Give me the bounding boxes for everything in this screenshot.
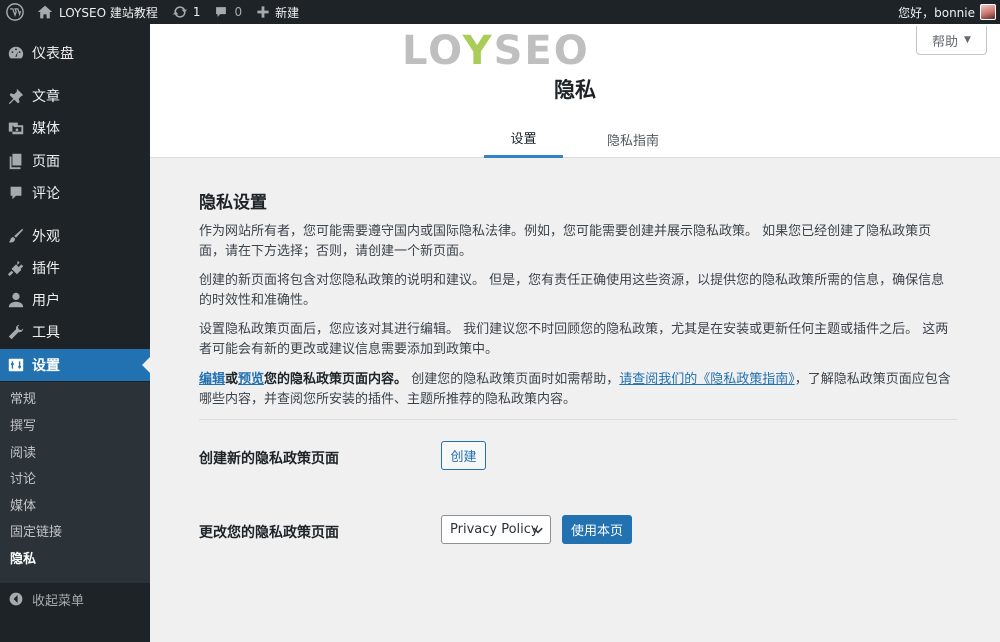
tab-settings[interactable]: 设置: [484, 120, 563, 158]
updates-count: 1: [192, 5, 201, 19]
menu-item-appearance[interactable]: 外观: [0, 220, 150, 252]
settings-icon: [6, 355, 26, 375]
collapse-arrow-icon: [6, 589, 26, 609]
collapse-menu-button[interactable]: 收起菜单: [0, 588, 150, 610]
menu-label: 文章: [32, 89, 60, 105]
site-name: LOYSEO 建站教程: [59, 5, 158, 20]
my-account-link[interactable]: 您好，bonnie: [891, 0, 1000, 24]
updates-link[interactable]: 1: [165, 0, 208, 24]
wordpress-logo-icon[interactable]: [0, 0, 30, 24]
menu-item-pages[interactable]: 页面: [0, 145, 150, 177]
select-value: Privacy Policy: [450, 522, 539, 537]
menu-label: 页面: [32, 154, 60, 170]
menu-item-settings[interactable]: 设置: [0, 349, 150, 381]
policy-content-text: 您的隐私政策页面内容。: [264, 372, 408, 387]
advice-paragraph: 创建的新页面将包含对您隐私政策的说明和建议。 但是，您有责任正确使用这些资源，以…: [199, 273, 945, 308]
or-text: 或: [225, 372, 239, 387]
submenu-item-discussion[interactable]: 讨论: [10, 470, 36, 490]
menu-label: 插件: [32, 261, 60, 277]
site-name-link[interactable]: LOYSEO 建站教程: [30, 0, 165, 24]
menu-label: 媒体: [32, 121, 60, 137]
menu-item-dashboard[interactable]: 仪表盘: [0, 37, 150, 69]
submenu-item-writing[interactable]: 撰写: [10, 417, 36, 437]
submenu-item-reading[interactable]: 阅读: [10, 444, 36, 464]
edit-link[interactable]: 编辑: [199, 372, 225, 387]
create-button[interactable]: 创建: [441, 441, 486, 470]
submenu-item-media[interactable]: 媒体: [10, 497, 36, 517]
comments-count: 0: [234, 5, 243, 19]
new-label: 新建: [275, 5, 300, 20]
use-this-page-button[interactable]: 使用本页: [562, 515, 632, 544]
section-divider: [199, 419, 957, 420]
media-icon: [6, 118, 26, 138]
help-label: 帮助: [932, 34, 959, 50]
comment-icon: [6, 183, 26, 203]
menu-label: 仪表盘: [32, 46, 74, 62]
privacy-page-select[interactable]: Privacy Policy: [441, 515, 551, 544]
wrench-icon: [6, 322, 26, 342]
menu-item-media[interactable]: 媒体: [0, 112, 150, 144]
preview-link[interactable]: 预览: [238, 372, 264, 387]
submenu-item-privacy[interactable]: 隐私: [10, 550, 36, 570]
page-title: 隐私: [554, 78, 596, 102]
intro-paragraph: 作为网站所有者，您可能需要遵守国内或国际隐私法律。例如，您可能需要创建并展示隐私…: [199, 224, 932, 259]
new-content-link[interactable]: 新建: [249, 0, 306, 24]
menu-label: 用户: [32, 293, 60, 309]
comments-link[interactable]: 0: [207, 0, 249, 24]
submenu-item-permalinks[interactable]: 固定链接: [10, 523, 62, 543]
admin-sidebar: 仪表盘 文章 媒体 页面 评论 外观 插件 用户 工具 设置 常规 撰写 阅读 …: [0, 24, 150, 642]
menu-label: 评论: [32, 186, 60, 202]
menu-label: 设置: [32, 358, 60, 374]
avatar: [980, 4, 996, 20]
menu-label: 外观: [32, 229, 60, 245]
menu-item-tools[interactable]: 工具: [0, 316, 150, 348]
refresh-icon: [172, 6, 188, 18]
review-paragraph: 设置隐私政策页面后，您应该对其进行编辑。 我们建议您不时回顾您的隐私政策，尤其是…: [199, 322, 949, 357]
home-icon: [37, 5, 53, 19]
help-text: 创建您的隐私政策页面时如需帮助，: [407, 372, 620, 387]
submenu-item-general[interactable]: 常规: [10, 390, 36, 410]
user-icon: [6, 290, 26, 310]
plugin-icon: [6, 258, 26, 278]
pin-icon: [6, 86, 26, 106]
dashboard-icon: [6, 43, 26, 63]
page-icon: [6, 151, 26, 171]
loyseo-watermark-logo: LOYSEO: [402, 28, 590, 74]
menu-item-posts[interactable]: 文章: [0, 80, 150, 112]
admin-bar: LOYSEO 建站教程 1 0 新建 您好，bonnie: [0, 0, 1000, 24]
help-tab-button[interactable]: 帮助 ▼: [916, 26, 987, 55]
comment-icon: [216, 7, 227, 17]
privacy-header: LOYSEO 隐私 帮助 ▼ 设置 隐私指南: [150, 24, 1000, 158]
tab-privacy-guide[interactable]: 隐私指南: [598, 120, 668, 158]
change-page-label: 更改您的隐私政策页面: [199, 525, 339, 541]
section-title: 隐私设置: [199, 193, 267, 213]
caret-down-icon: ▼: [964, 35, 971, 45]
greeting: 您好，bonnie: [898, 5, 975, 20]
settings-submenu: 常规 撰写 阅读 讨论 媒体 固定链接 隐私: [0, 382, 150, 583]
collapse-label: 收起菜单: [32, 593, 85, 609]
menu-item-users[interactable]: 用户: [0, 284, 150, 316]
plus-icon: [257, 6, 269, 18]
menu-label: 工具: [32, 325, 60, 341]
brush-icon: [6, 226, 26, 246]
privacy-guide-link[interactable]: 请查阅我们的《隐私政策指南》: [619, 372, 795, 387]
menu-item-plugins[interactable]: 插件: [0, 252, 150, 284]
help-paragraph: 编辑或预览您的隐私政策页面内容。 创建您的隐私政策页面时如需帮助，请查阅我们的《…: [199, 370, 957, 410]
menu-item-comments[interactable]: 评论: [0, 177, 150, 209]
create-page-label: 创建新的隐私政策页面: [199, 451, 339, 467]
chevron-down-icon: [532, 524, 544, 540]
